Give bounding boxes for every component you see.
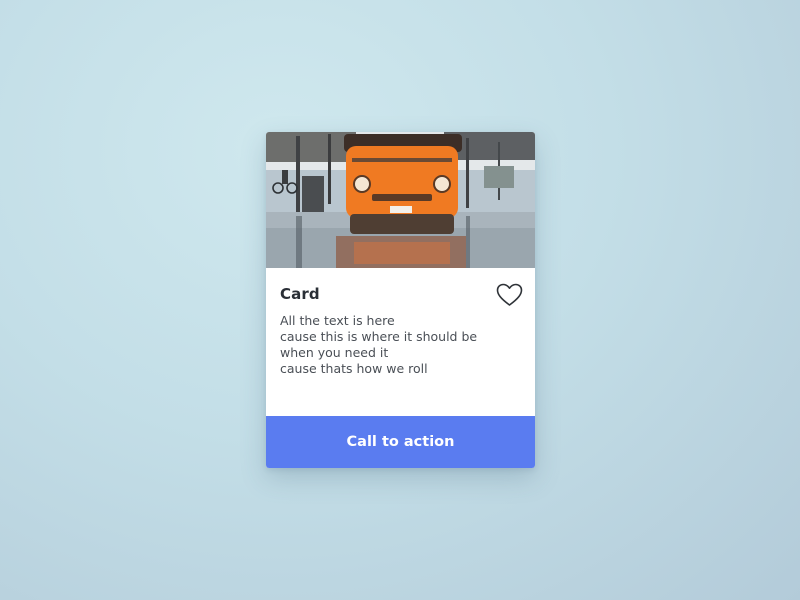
call-to-action-button[interactable]: Call to action xyxy=(266,416,535,468)
van-photo xyxy=(266,132,535,268)
heart-outline-icon xyxy=(496,283,523,306)
card-body-line: All the text is here xyxy=(280,313,395,328)
like-button[interactable] xyxy=(496,283,523,307)
card-image xyxy=(266,132,535,268)
card-body-line: cause this is where it should be xyxy=(280,329,478,344)
card: Card All the text is here cause this is … xyxy=(266,132,535,468)
card-title: Card xyxy=(280,285,320,303)
card-body-text: All the text is here cause this is where… xyxy=(280,313,525,377)
card-body-line: cause thats how we roll xyxy=(280,361,428,376)
card-body-line: when you need it xyxy=(280,345,389,360)
